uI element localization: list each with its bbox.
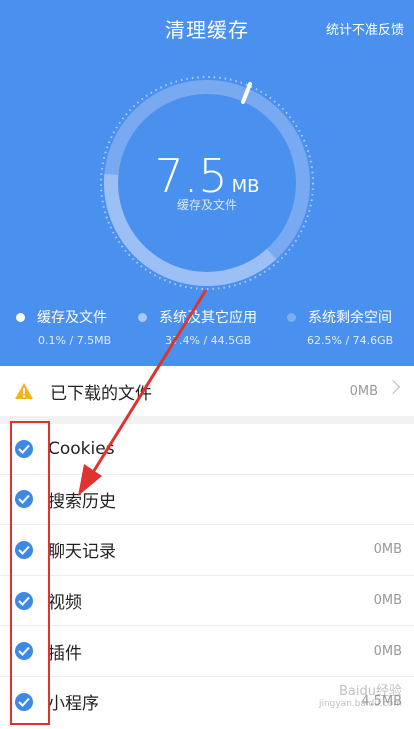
legend-dot-cache [16,312,25,322]
stat-value: 37.4% / 44.5GB [165,334,252,347]
section-divider [0,416,414,424]
item-label: 小程序 [48,694,99,715]
stat-name: 系统及其它应用 [159,310,257,326]
stat-cache: 缓存及文件 0.1% / 7.5MB [16,307,111,347]
list-item-cookies[interactable]: Cookies [0,424,414,475]
annotation-highlight-box [10,421,50,725]
total-size-unit: MB [231,176,260,197]
stat-system: 系统及其它应用 37.4% / 44.5GB [138,307,257,347]
watermark-sub: jingyan.baidu.com [318,699,402,709]
downloaded-files-size: 0MB [349,383,378,399]
list-item-chat-history[interactable]: 聊天记录 0MB [0,525,414,576]
total-size-number: 7.5 [154,149,228,203]
item-label: 视频 [48,593,82,614]
stat-name: 缓存及文件 [37,310,107,326]
item-label: 搜索历史 [48,491,116,512]
list-item-plugins[interactable]: 插件 0MB [0,626,414,677]
downloaded-files-label: 已下载的文件 [50,383,152,404]
downloaded-files-row[interactable]: 已下载的文件 0MB [0,366,414,416]
stat-free: 系统剩余空间 62.5% / 74.6GB [287,307,393,347]
feedback-link[interactable]: 统计不准反馈 [326,19,404,38]
item-size: 0MB [373,643,402,659]
watermark: Baidu经验 jingyan.baidu.com [319,680,402,709]
item-label: Cookies [48,438,115,459]
legend-dot-free [287,312,296,322]
list-item-video[interactable]: 视频 0MB [0,576,414,627]
header-panel: 清理缓存 统计不准反馈 7.5 MB 缓存及文件 缓存及文件 0.1% / 7.5… [0,0,414,366]
total-size-label: 缓存及文件 [176,198,237,212]
watermark-text: Baidu经验 [339,684,402,699]
item-label: 插件 [48,643,82,664]
item-size: 0MB [373,593,402,609]
warning-icon [15,383,33,399]
stat-value: 62.5% / 74.6GB [307,334,394,347]
stat-value: 0.1% / 7.5MB [38,334,112,347]
legend-dot-system [138,312,147,322]
item-size: 0MB [373,542,402,558]
stat-name: 系统剩余空间 [308,310,392,326]
list-item-search-history[interactable]: 搜索历史 [0,475,414,526]
item-label: 聊天记录 [48,542,116,563]
total-size: 7.5 MB [0,149,414,203]
chevron-right-icon [385,379,401,395]
